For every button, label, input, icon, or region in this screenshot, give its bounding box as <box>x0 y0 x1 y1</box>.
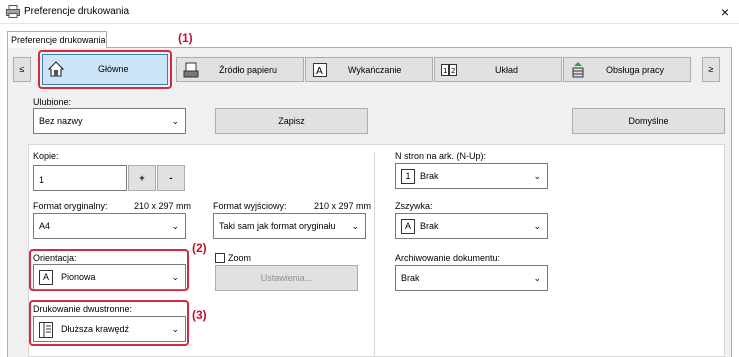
staple-none-icon: A <box>401 219 415 234</box>
close-button[interactable]: × <box>716 3 734 21</box>
one-page-icon: 1 <box>401 169 415 184</box>
toolbar-prev-button[interactable]: ≤ <box>13 57 31 82</box>
favorites-label: Ulubione: <box>33 97 72 107</box>
tab-main-label: Główne <box>98 64 129 74</box>
copies-input[interactable]: 1 <box>33 165 127 191</box>
zoom-label: Zoom <box>228 253 252 263</box>
chevron-down-icon: ⌄ <box>171 116 179 126</box>
chevron-down-icon: ⌄ <box>533 171 541 181</box>
layout-icon: 1 2 <box>441 64 457 76</box>
nup-value: Brak <box>420 171 439 181</box>
duplex-select[interactable]: Dłuższa krawędź ⌄ <box>33 316 186 342</box>
original-format-label: Format oryginalny: <box>33 201 108 211</box>
favorites-select[interactable]: Bez nazwy ⌄ <box>33 108 186 134</box>
chevron-down-icon: ⌄ <box>351 221 359 231</box>
orientation-label: Orientacja: <box>33 253 77 263</box>
duplex-value: Dłuższa krawędź <box>61 324 130 334</box>
default-button[interactable]: Domyślne <box>572 108 725 134</box>
duplex-long-edge-icon <box>39 322 53 338</box>
tab-layout[interactable]: 1 2 Układ <box>434 57 562 82</box>
svg-text:2: 2 <box>451 67 455 75</box>
window-title: Preferencje drukowania <box>24 6 130 17</box>
callout-3: (3) <box>192 308 207 322</box>
chevron-down-icon: ⌄ <box>171 272 179 282</box>
tab-job-handling[interactable]: Obsługa pracy <box>563 57 691 82</box>
staple-select[interactable]: A Brak ⌄ <box>395 213 548 239</box>
column-divider <box>374 152 375 357</box>
save-button[interactable]: Zapisz <box>215 108 368 134</box>
archive-value: Brak <box>401 273 420 283</box>
orientation-value: Pionowa <box>61 272 96 282</box>
original-format-select[interactable]: A4 ⌄ <box>33 213 186 239</box>
nup-label: N stron na ark. (N-Up): <box>395 151 487 161</box>
home-icon <box>48 61 64 77</box>
duplex-label: Drukowanie dwustronne: <box>33 304 133 314</box>
tab-finishing-label: Wykańczanie <box>348 65 402 75</box>
favorites-value: Bez nazwy <box>39 116 83 126</box>
output-format-select[interactable]: Taki sam jak format oryginału ⌄ <box>213 213 366 239</box>
printer-icon <box>6 5 20 18</box>
tab-main[interactable]: Główne <box>42 54 168 85</box>
finishing-icon: A <box>313 63 327 77</box>
nup-select[interactable]: 1 Brak ⌄ <box>395 163 548 189</box>
tab-preferences[interactable]: Preferencje drukowania <box>7 31 107 48</box>
paper-tray-icon <box>183 62 199 78</box>
toolbar-next-button[interactable]: ≥ <box>702 57 720 82</box>
zoom-settings-button[interactable]: Ustawienia... <box>215 265 358 291</box>
tab-paper-source[interactable]: Źródło papieru <box>176 57 304 82</box>
output-format-value: Taki sam jak format oryginału <box>219 221 336 231</box>
original-format-value: A4 <box>39 221 51 231</box>
tab-job-handling-label: Obsługa pracy <box>606 65 665 75</box>
svg-text:A: A <box>316 66 323 77</box>
copies-value: 1 <box>39 175 45 185</box>
chevron-down-icon: ⌄ <box>533 273 541 283</box>
chevron-down-icon: ⌄ <box>171 324 179 334</box>
copies-minus-button[interactable]: - <box>157 165 185 191</box>
staple-value: Brak <box>420 221 439 231</box>
tab-layout-label: Układ <box>495 65 519 75</box>
job-handling-icon <box>572 62 584 78</box>
output-format-size: 210 x 297 mm <box>314 201 372 211</box>
tab-finishing[interactable]: A Wykańczanie <box>305 57 433 82</box>
original-format-size: 210 x 297 mm <box>134 201 192 211</box>
callout-2: (2) <box>192 241 207 255</box>
copies-label: Kopie: <box>33 151 59 161</box>
copies-plus-button[interactable]: + <box>128 165 156 191</box>
output-format-label: Format wyjściowy: <box>213 201 287 211</box>
chevron-down-icon: ⌄ <box>171 221 179 231</box>
zoom-checkbox[interactable] <box>215 253 225 263</box>
chevron-down-icon: ⌄ <box>533 221 541 231</box>
archive-select[interactable]: Brak ⌄ <box>395 265 548 291</box>
orientation-select[interactable]: A Pionowa ⌄ <box>33 264 186 290</box>
svg-text:1: 1 <box>443 67 447 75</box>
portrait-icon: A <box>39 270 53 285</box>
tab-paper-source-label: Źródło papieru <box>219 65 278 75</box>
archive-label: Archiwowanie dokumentu: <box>395 253 501 263</box>
callout-1: (1) <box>178 31 193 45</box>
staple-label: Zszywka: <box>395 201 433 211</box>
